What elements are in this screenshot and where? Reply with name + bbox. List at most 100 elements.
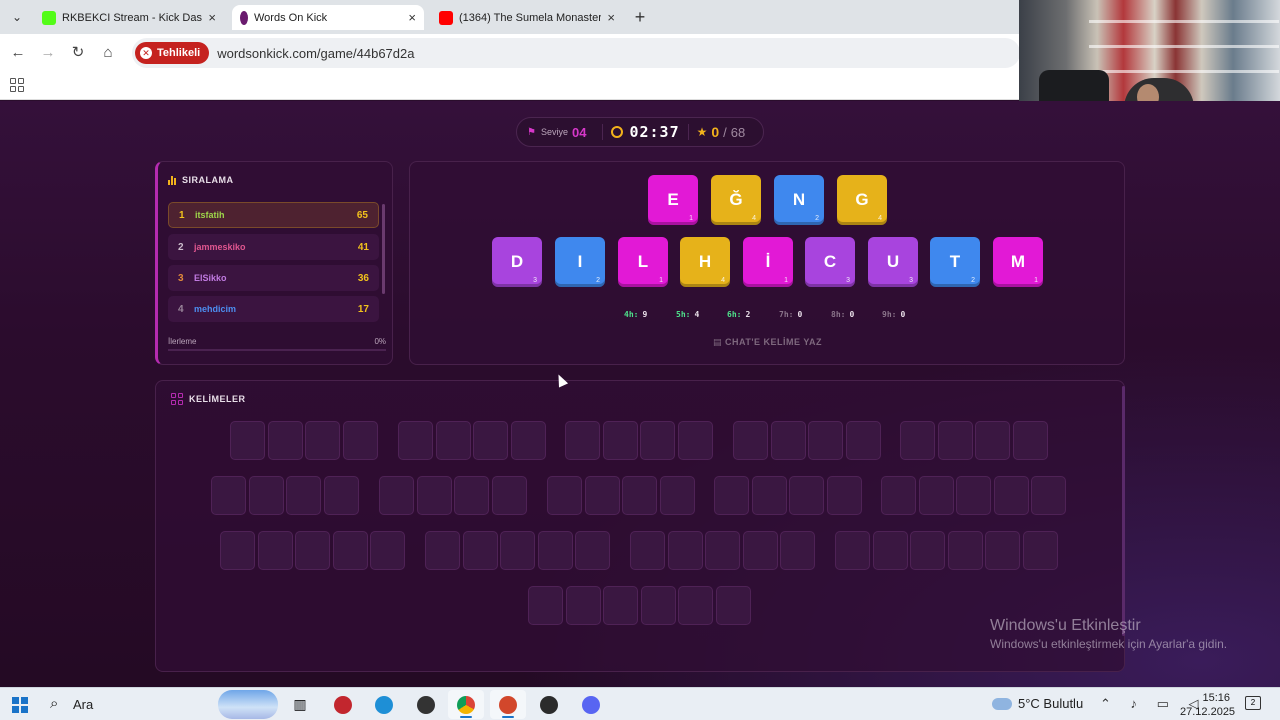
task-view-icon[interactable]: ▥ <box>282 690 318 719</box>
app-discord-icon[interactable] <box>573 690 609 719</box>
edge-icon[interactable] <box>366 690 402 719</box>
leaderboard-row: 4 mehdicim 17 <box>168 296 379 322</box>
word-slot <box>659 476 695 515</box>
word-slot <box>705 531 740 570</box>
app-recorder-icon[interactable] <box>490 690 526 719</box>
app-red-icon[interactable] <box>325 690 361 719</box>
word-slot <box>780 531 815 570</box>
word-slot <box>537 531 573 570</box>
cloud-icon <box>992 697 1012 710</box>
letter-tile[interactable]: U3 <box>868 237 918 287</box>
word-slot <box>528 586 563 625</box>
words-scrollbar[interactable] <box>1122 386 1125 636</box>
word-slot <box>547 476 582 515</box>
letter-tile[interactable]: Ğ4 <box>711 175 761 225</box>
word-slot <box>1022 531 1058 570</box>
word-slot <box>398 421 433 460</box>
word-slot <box>220 531 255 570</box>
letter-tile[interactable]: I2 <box>555 237 605 287</box>
word-slot <box>565 421 600 460</box>
letter-tile[interactable]: E1 <box>648 175 698 225</box>
close-tab-icon[interactable]: × <box>607 10 615 25</box>
word-slot <box>630 531 665 570</box>
word-slot <box>575 531 610 570</box>
word-slot <box>835 531 870 570</box>
tab-youtube[interactable]: (1364) The Sumela Monastery # × <box>431 5 623 30</box>
close-tab-icon[interactable]: × <box>408 10 416 25</box>
word-slot <box>584 476 620 515</box>
apps-grid-icon[interactable] <box>10 78 24 92</box>
word-slot <box>937 421 973 460</box>
length-stat: 4h: 9 <box>624 310 648 319</box>
word-slot <box>900 421 935 460</box>
search-highlight-image[interactable] <box>218 690 278 719</box>
word-slot <box>808 421 843 460</box>
letter-tile[interactable]: N2 <box>774 175 824 225</box>
flag-icon: ⚑ <box>527 126 536 138</box>
progress-label: İlerleme <box>168 337 197 346</box>
chrome-icon[interactable] <box>448 690 484 719</box>
word-slot <box>435 421 471 460</box>
close-tab-icon[interactable]: × <box>208 10 216 25</box>
word-slot <box>267 421 303 460</box>
letter-tile[interactable]: G4 <box>837 175 887 225</box>
word-slot <box>770 421 806 460</box>
word-slot <box>248 476 284 515</box>
words-title: KELİMELER <box>171 393 246 405</box>
word-slot <box>640 586 676 625</box>
letter-tile[interactable]: M1 <box>993 237 1043 287</box>
progress-bar <box>168 349 386 351</box>
new-tab-button[interactable]: + <box>630 8 650 28</box>
url-text[interactable]: wordsonkick.com/game/44b67d2a <box>217 46 414 61</box>
letter-tile[interactable]: İ1 <box>743 237 793 287</box>
taskbar-search[interactable]: Ara <box>73 697 93 712</box>
found-separator: / <box>723 124 727 140</box>
home-icon[interactable]: ⌂ <box>98 43 118 63</box>
word-slot <box>640 421 675 460</box>
length-stat: 5h: 4 <box>676 310 700 319</box>
bar-chart-icon <box>168 175 176 185</box>
back-arrow-icon[interactable]: ← <box>8 43 28 63</box>
address-bar[interactable]: ✕ Tehlikeli wordsonkick.com/game/44b67d2… <box>132 38 1020 68</box>
word-slot <box>602 421 638 460</box>
tab-search-chevron-icon[interactable]: ⌄ <box>8 8 26 26</box>
words-favicon-icon <box>240 10 248 25</box>
security-warning-badge[interactable]: ✕ Tehlikeli <box>135 42 210 64</box>
total-count: 68 <box>730 124 746 140</box>
word-slot <box>295 531 330 570</box>
app-monitor-icon[interactable] <box>531 690 567 719</box>
letter-tile[interactable]: C3 <box>805 237 855 287</box>
forward-arrow-icon[interactable]: → <box>38 43 58 63</box>
letter-tile[interactable]: H4 <box>680 237 730 287</box>
leaderboard-scrollbar[interactable] <box>382 204 385 294</box>
letter-tile[interactable]: L1 <box>618 237 668 287</box>
game-page: ⚑ Seviye 04 02:37 ★ 0 / 68 SIRALAMA 1 it… <box>0 101 1280 687</box>
word-slot <box>286 476 321 515</box>
tab-words-on-kick[interactable]: Words On Kick × <box>232 5 424 30</box>
tab-kick-dashboard[interactable]: RKBEKCI Stream - Kick Dashboard × <box>34 5 224 30</box>
found-count: 0 <box>711 124 720 140</box>
app-dark-icon[interactable] <box>408 690 444 719</box>
clock[interactable]: 15:16 27.12.2025 <box>1180 691 1235 719</box>
chat-icon: ▤ <box>713 337 726 347</box>
word-slot <box>910 531 945 570</box>
letter-tile[interactable]: T2 <box>930 237 980 287</box>
start-windows-icon[interactable] <box>12 697 28 713</box>
letter-tile[interactable]: D3 <box>492 237 542 287</box>
youtube-favicon-icon <box>439 10 453 25</box>
timer-icon <box>611 126 624 138</box>
word-slot <box>425 531 460 570</box>
star-icon: ★ <box>696 125 708 139</box>
reload-icon[interactable]: ↻ <box>68 43 88 63</box>
weather-widget[interactable]: 5°C Bulutlu <box>992 696 1083 711</box>
level-value: 04 <box>571 124 587 140</box>
search-icon[interactable]: ⌕ <box>50 695 58 712</box>
level-label: Seviye <box>540 127 568 137</box>
notification-icon[interactable]: 2 <box>1245 696 1261 710</box>
word-slot <box>733 421 768 460</box>
word-slot <box>826 476 862 515</box>
words-panel: KELİMELER <box>155 380 1125 672</box>
word-slot <box>715 586 751 625</box>
word-slot <box>751 476 787 515</box>
word-slot <box>872 531 908 570</box>
